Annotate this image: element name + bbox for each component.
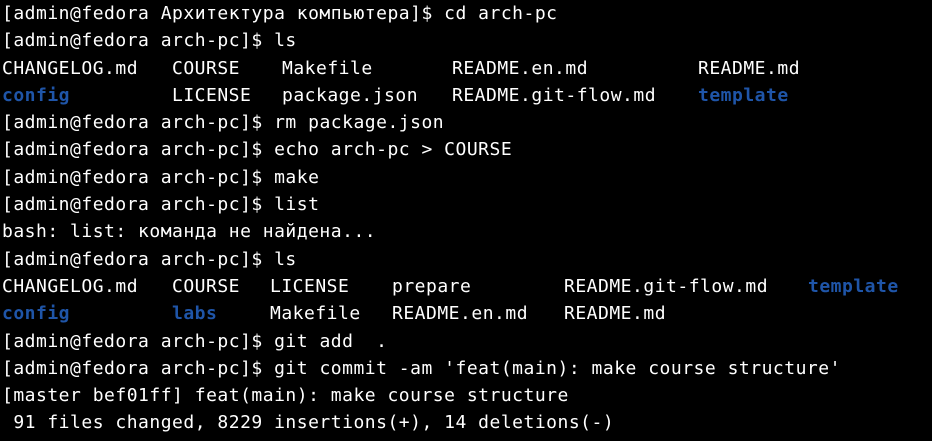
command-text: cd arch-pc bbox=[444, 3, 558, 24]
shell-prompt: [admin@fedora arch-pc]$ bbox=[2, 194, 275, 216]
output-line: 91 files changed, 8229 insertions(+), 14… bbox=[2, 409, 930, 436]
shell-prompt: [admin@fedora arch-pc]$ bbox=[2, 330, 275, 352]
command-line: [admin@fedora arch-pc]$ echo arch-pc > C… bbox=[2, 136, 930, 163]
file-entry: LICENSE bbox=[172, 84, 252, 106]
file-entry: CHANGELOG.md bbox=[2, 57, 139, 79]
command-line: [admin@fedora arch-pc]$ rm package.json bbox=[2, 109, 930, 136]
terminal-window[interactable]: [admin@fedora Архитектура компьютера]$ c… bbox=[2, 0, 930, 441]
directory-listing-row: config labs Makefile README.en.md README.md bbox=[2, 300, 930, 327]
file-entry: README.md bbox=[564, 303, 667, 325]
output-text: 91 files changed, 8229 insertions(+), 14… bbox=[2, 412, 615, 434]
command-line: [admin@fedora arch-pc]$ git commit -am '… bbox=[2, 355, 930, 382]
command-text: git add . bbox=[274, 330, 388, 352]
file-entry: COURSE bbox=[172, 275, 241, 297]
shell-prompt: [admin@fedora arch-pc]$ bbox=[2, 357, 275, 379]
output-text: [master bef01ff] feat(main): make course… bbox=[2, 385, 569, 407]
shell-prompt: [admin@fedora Архитектура компьютера]$ bbox=[2, 3, 445, 24]
shell-prompt: [admin@fedora arch-pc]$ bbox=[2, 30, 275, 52]
directory-entry: config bbox=[2, 84, 71, 106]
command-line: [admin@fedora arch-pc]$ list bbox=[2, 191, 930, 218]
command-line: [admin@fedora arch-pc]$ ls bbox=[2, 27, 930, 54]
file-entry: README.en.md bbox=[452, 57, 589, 79]
file-entry: README.git-flow.md bbox=[452, 84, 657, 106]
terminal-output: [admin@fedora Архитектура компьютера]$ c… bbox=[2, 0, 930, 437]
command-text: rm package.json bbox=[274, 112, 445, 134]
shell-prompt: [admin@fedora arch-pc]$ bbox=[2, 112, 275, 134]
shell-prompt: [admin@fedora arch-pc]$ bbox=[2, 166, 275, 188]
command-text: ls bbox=[274, 248, 297, 270]
output-text: bash: list: команда не найдена... bbox=[2, 221, 377, 243]
file-entry: COURSE bbox=[172, 57, 241, 79]
command-text: list bbox=[274, 194, 320, 216]
directory-listing-row: config LICENSE package.json README.git-flow… bbox=[2, 82, 930, 109]
shell-prompt: [admin@fedora arch-pc]$ bbox=[2, 248, 275, 270]
command-line: [admin@fedora arch-pc]$ git add . bbox=[2, 328, 930, 355]
file-entry: README.git-flow.md bbox=[564, 275, 769, 297]
file-entry: LICENSE bbox=[270, 275, 350, 297]
file-entry: README.md bbox=[698, 57, 801, 79]
command-text: ls bbox=[274, 30, 297, 52]
output-line: bash: list: команда не найдена... bbox=[2, 218, 930, 245]
directory-entry: config bbox=[2, 303, 71, 325]
command-text: make bbox=[274, 166, 320, 188]
directory-entry: template bbox=[808, 275, 899, 297]
directory-listing-row: CHANGELOG.md COURSE LICENSE prepare README.g… bbox=[2, 273, 930, 300]
file-entry: Makefile bbox=[282, 57, 373, 79]
file-entry: README.en.md bbox=[392, 303, 529, 325]
command-line: [admin@fedora arch-pc]$ make bbox=[2, 164, 930, 191]
file-entry: prepare bbox=[392, 275, 472, 297]
directory-entry: template bbox=[698, 84, 789, 106]
file-entry: Makefile bbox=[270, 303, 361, 325]
directory-entry: labs bbox=[172, 303, 218, 325]
command-text: echo arch-pc > COURSE bbox=[274, 139, 513, 161]
file-entry: package.json bbox=[282, 84, 419, 106]
file-entry: CHANGELOG.md bbox=[2, 275, 139, 297]
shell-prompt: [admin@fedora arch-pc]$ bbox=[2, 139, 275, 161]
output-line: [master bef01ff] feat(main): make course… bbox=[2, 382, 930, 409]
directory-listing-row: CHANGELOG.md COURSE Makefile README.en.md RE… bbox=[2, 55, 930, 82]
command-line: [admin@fedora arch-pc]$ ls bbox=[2, 246, 930, 273]
command-text: git commit -am 'feat(main): make course … bbox=[274, 357, 841, 379]
command-line: [admin@fedora Архитектура компьютера]$ c… bbox=[2, 0, 930, 27]
